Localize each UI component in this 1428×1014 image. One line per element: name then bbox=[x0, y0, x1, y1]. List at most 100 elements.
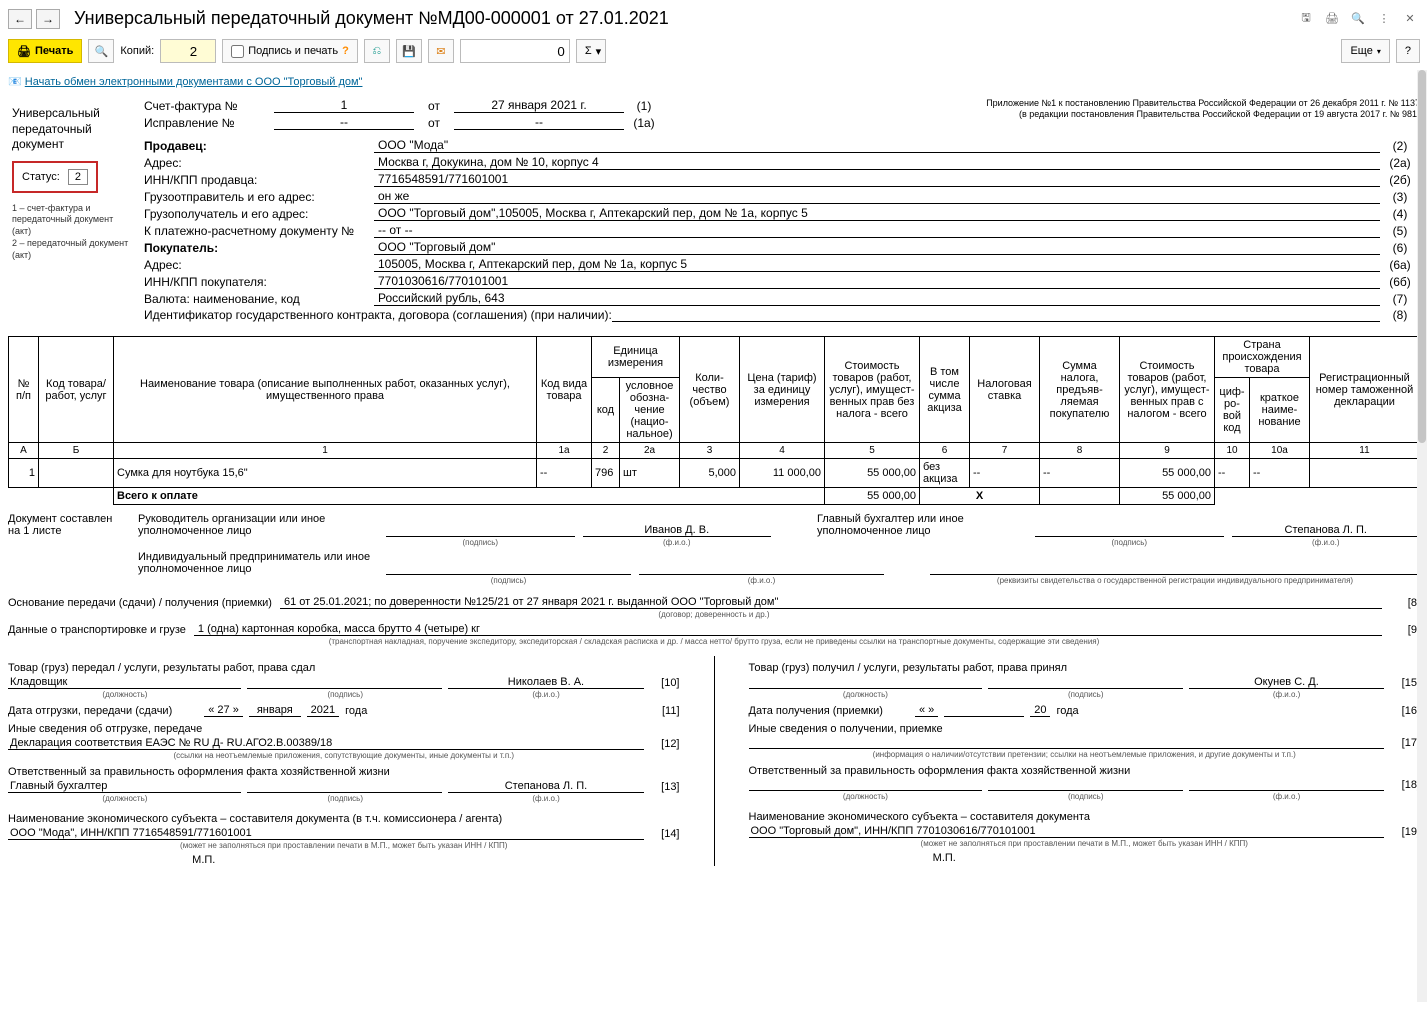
sign-print-label: Подпись и печать bbox=[248, 45, 338, 57]
preview-icon[interactable] bbox=[1348, 10, 1368, 28]
exchange-link[interactable]: Начать обмен электронными документами с … bbox=[25, 76, 363, 88]
save-icon[interactable] bbox=[1296, 10, 1316, 28]
col-B: Б bbox=[39, 443, 114, 459]
correction-number: -- bbox=[274, 115, 414, 130]
col-5: 5 bbox=[825, 443, 920, 459]
print-button[interactable]: Печать bbox=[8, 39, 82, 63]
sheets-info: Документ составлен на 1 листе bbox=[8, 513, 118, 586]
bl-fio: Николаев В. А. bbox=[448, 676, 643, 689]
ref-10: [10] bbox=[650, 677, 680, 689]
save-button[interactable] bbox=[396, 39, 422, 63]
total-notax: 55 000,00 bbox=[825, 488, 920, 505]
sub-sign-l: (подпись) bbox=[248, 690, 443, 699]
help-button[interactable]: ? bbox=[1396, 39, 1420, 63]
th-code: Код товара/ работ, услуг bbox=[39, 337, 114, 443]
seller-label: Продавец: bbox=[144, 139, 374, 153]
table-row: 1 Сумка для ноутбука 15,6" -- 796 шт 5,0… bbox=[9, 459, 1420, 488]
th-decl: Регистрационный номер таможенной деклара… bbox=[1310, 337, 1420, 443]
bottom-divider bbox=[714, 656, 715, 866]
bottom-right: Товар (груз) получил / услуги, результат… bbox=[749, 656, 1421, 866]
col-3: 3 bbox=[680, 443, 740, 459]
bl-date-label: Дата отгрузки, передачи (сдачи) bbox=[8, 705, 172, 717]
number-input[interactable] bbox=[460, 39, 570, 63]
ref-6b: (6б) bbox=[1380, 275, 1420, 289]
more-button[interactable]: Еще bbox=[1341, 39, 1389, 63]
cell-cost-tax: 55 000,00 bbox=[1120, 459, 1215, 488]
bottom-section: Товар (груз) передал / услуги, результат… bbox=[8, 656, 1420, 866]
ref-8: [8] bbox=[1390, 597, 1420, 609]
forward-button[interactable]: → bbox=[36, 9, 60, 29]
doc-action-button[interactable] bbox=[364, 39, 390, 63]
br-subject-sub: (может не заполняться при проставлении п… bbox=[749, 839, 1421, 848]
ref-9: [9] bbox=[1390, 624, 1420, 636]
th-rate: Налоговая ставка bbox=[970, 337, 1040, 443]
total-x: Х bbox=[920, 488, 1040, 505]
exchange-icon bbox=[8, 76, 22, 88]
items-table: № п/п Код товара/ работ, услуг Наименова… bbox=[8, 336, 1420, 505]
currency-label: Валюта: наименование, код bbox=[144, 292, 374, 306]
sub-sign-r: (подпись) bbox=[988, 690, 1183, 699]
buyer-label: Покупатель: bbox=[144, 241, 374, 255]
header-info: Счет-фактура № 1 от 27 января 2021 г. (1… bbox=[144, 98, 1420, 322]
sub-position-r: (должность) bbox=[749, 690, 983, 699]
cell-decl bbox=[1310, 459, 1420, 488]
back-button[interactable]: ← bbox=[8, 9, 32, 29]
shipper: он же bbox=[374, 189, 1380, 204]
th-kind: Код вида товара bbox=[537, 337, 592, 443]
inn-seller: 7716548591/771601001 bbox=[374, 172, 1380, 187]
cell-name: Сумка для ноутбука 15,6" bbox=[114, 459, 537, 488]
bl-responsible-sign bbox=[247, 792, 442, 793]
col-11: 11 bbox=[1310, 443, 1420, 459]
copies-label: Копий: bbox=[120, 45, 154, 57]
ref-2: (2) bbox=[1380, 139, 1420, 153]
copies-input[interactable] bbox=[160, 39, 216, 63]
th-tax: Сумма налога, предъяв-ляемая покупателю bbox=[1040, 337, 1120, 443]
scrollbar[interactable] bbox=[1417, 70, 1427, 1002]
sign-print-checkbox[interactable] bbox=[231, 45, 244, 58]
bl-responsible-label: Ответственный за правильность оформления… bbox=[8, 766, 680, 778]
br-mp: М.П. bbox=[749, 852, 1421, 864]
menu-icon[interactable] bbox=[1374, 10, 1394, 28]
buyer-address-label: Адрес: bbox=[144, 258, 374, 272]
cell-code bbox=[39, 459, 114, 488]
bl-subject-value: ООО "Мода", ИНН/КПП 7716548591/771601001 bbox=[8, 827, 644, 840]
payment-doc: -- от -- bbox=[374, 223, 1380, 238]
currency: Российский рубль, 643 bbox=[374, 291, 1380, 306]
cell-kind: -- bbox=[537, 459, 592, 488]
br-subject-label: Наименование экономического субъекта – с… bbox=[749, 811, 1421, 823]
printer-icon[interactable] bbox=[1322, 10, 1342, 28]
toolbar: Печать Копий: Подпись и печать? ▾ Еще ? bbox=[8, 35, 1420, 71]
entrepreneur-sub: (реквизиты свидетельства о государственн… bbox=[930, 576, 1420, 585]
invoice-number: 1 bbox=[274, 98, 414, 113]
buyer: ООО "Торговый дом" bbox=[374, 240, 1380, 255]
cell-excise: без акциза bbox=[920, 459, 970, 488]
bl-date-year-word: года bbox=[345, 705, 367, 717]
br-position bbox=[749, 688, 982, 689]
exchange-link-row: Начать обмен электронными документами с … bbox=[8, 75, 1420, 88]
ref-7: (7) bbox=[1380, 292, 1420, 306]
sub-sign-2: (подпись) bbox=[1035, 538, 1224, 547]
ref-13: [13] bbox=[650, 781, 680, 793]
total-label: Всего к оплате bbox=[114, 488, 825, 505]
transport-label: Данные о транспортировке и грузе bbox=[8, 624, 186, 636]
preview-button[interactable] bbox=[88, 39, 114, 63]
br-responsible-pos bbox=[749, 790, 982, 791]
br-date-year: 20 bbox=[1030, 704, 1050, 717]
br-other-label: Иные сведения о получении, приемке bbox=[749, 723, 1421, 735]
signatures-block: Документ составлен на 1 листе Руководите… bbox=[8, 513, 1420, 586]
ref-2b: (2б) bbox=[1380, 173, 1420, 187]
th-country-code: циф-ро-вой код bbox=[1215, 378, 1250, 443]
director-label: Руководитель организации или иное уполно… bbox=[138, 513, 378, 537]
mail-button[interactable] bbox=[428, 39, 454, 63]
br-date-day: « » bbox=[915, 704, 938, 717]
sub-fio-r2: (ф.и.о.) bbox=[1189, 792, 1384, 801]
sub-sign-r2: (подпись) bbox=[988, 792, 1183, 801]
close-icon[interactable] bbox=[1400, 10, 1420, 28]
ref-14: [14] bbox=[650, 828, 680, 840]
cell-num: 1 bbox=[9, 459, 39, 488]
sign-print-button[interactable]: Подпись и печать? bbox=[222, 39, 358, 63]
col-8: 8 bbox=[1040, 443, 1120, 459]
sigma-button[interactable]: ▾ bbox=[576, 39, 606, 63]
sub-position-l2: (должность) bbox=[8, 794, 242, 803]
th-cost-tax: Стоимость товаров (работ, услуг), имущес… bbox=[1120, 337, 1215, 443]
